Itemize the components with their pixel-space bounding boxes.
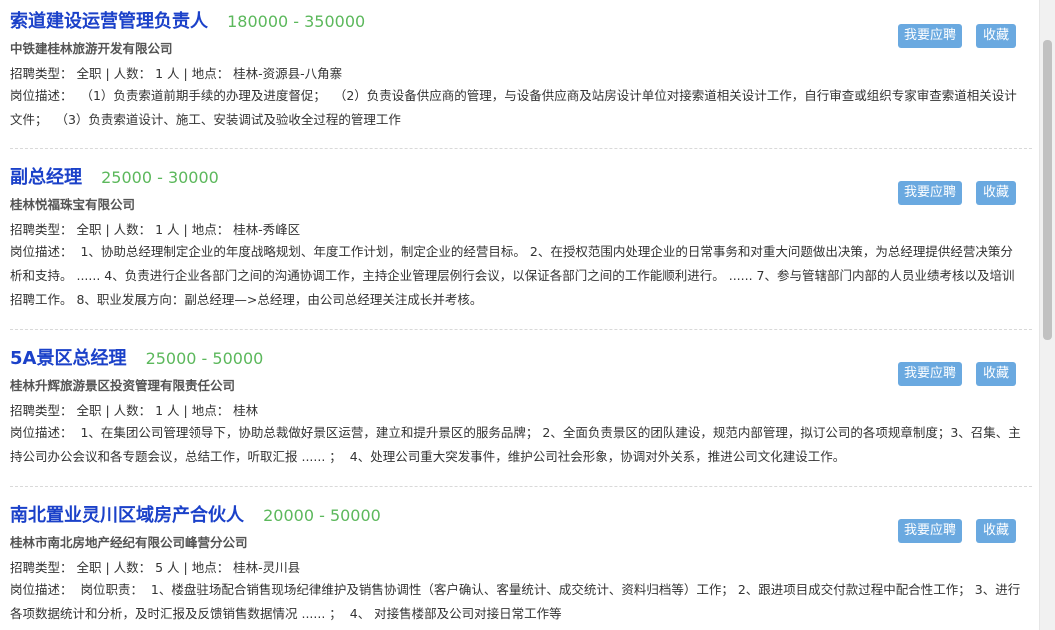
job-item: 副总经理 25000 - 30000 桂林悦福珠宝有限公司 招聘类型： 全职 |… [10,149,1032,330]
job-meta: 招聘类型： 全职 | 人数： 1 人 | 地点： 桂林 [10,403,259,418]
job-title-link[interactable]: 南北置业灵川区域房产合伙人 [10,505,244,526]
job-description: 岗位描述： 1、协助总经理制定企业的年度战略规划、年度工作计划，制定企业的经营目… [10,244,1015,307]
job-meta: 招聘类型： 全职 | 人数： 5 人 | 地点： 桂林-灵川县 [10,560,301,575]
apply-button[interactable]: 我要应聘 [897,519,962,543]
job-title-row: 副总经理 25000 - 30000 [10,165,219,191]
job-list: 索道建设运营管理负责人 180000 - 350000 中铁建桂林旅游开发有限公… [10,0,1032,630]
salary-range: 180000 - 350000 [227,12,366,31]
job-actions: 我要应聘 收藏 [897,519,1016,543]
job-item: 南北置业灵川区域房产合伙人 20000 - 50000 桂林市南北房地产经纪有限… [10,487,1032,630]
vertical-scrollbar[interactable] [1039,0,1055,630]
salary-range: 20000 - 50000 [263,506,381,525]
scrollbar-thumb[interactable] [1043,40,1052,340]
favorite-button[interactable]: 收藏 [975,24,1016,48]
job-item: 5A景区总经理 25000 - 50000 桂林升辉旅游景区投资管理有限责任公司… [10,330,1032,487]
job-title-link[interactable]: 索道建设运营管理负责人 [10,11,208,32]
job-meta: 招聘类型： 全职 | 人数： 1 人 | 地点： 桂林-资源县-八角寨 [10,66,343,81]
job-description: 岗位描述： 1、在集团公司管理领导下，协助总裁做好景区运营，建立和提升景区的服务… [10,425,1021,464]
favorite-button[interactable]: 收藏 [975,362,1016,386]
job-title-row: 南北置业灵川区域房产合伙人 20000 - 50000 [10,503,381,529]
favorite-button[interactable]: 收藏 [975,519,1016,543]
apply-button[interactable]: 我要应聘 [897,362,962,386]
job-listing-page: 索道建设运营管理负责人 180000 - 350000 中铁建桂林旅游开发有限公… [0,0,1055,630]
salary-range: 25000 - 50000 [145,349,264,368]
job-title-link[interactable]: 5A景区总经理 [10,348,126,369]
job-actions: 我要应聘 收藏 [897,362,1016,386]
company-name: 桂林升辉旅游景区投资管理有限责任公司 [10,378,236,393]
apply-button[interactable]: 我要应聘 [897,24,962,48]
job-description: 岗位描述： 岗位职责： 1、楼盘驻场配合销售现场纪律维护及销售协调性（客户确认、… [10,582,1021,621]
job-meta: 招聘类型： 全职 | 人数： 1 人 | 地点： 桂林-秀峰区 [10,222,301,237]
job-actions: 我要应聘 收藏 [897,181,1016,205]
job-item: 索道建设运营管理负责人 180000 - 350000 中铁建桂林旅游开发有限公… [10,0,1032,149]
company-name: 桂林市南北房地产经纪有限公司峰营分公司 [10,535,248,550]
job-title-row: 5A景区总经理 25000 - 50000 [10,346,263,372]
company-name: 中铁建桂林旅游开发有限公司 [10,41,173,56]
salary-range: 25000 - 30000 [101,168,219,187]
job-title-link[interactable]: 副总经理 [10,167,82,188]
job-actions: 我要应聘 收藏 [897,24,1016,48]
job-title-row: 索道建设运营管理负责人 180000 - 350000 [10,9,365,35]
apply-button[interactable]: 我要应聘 [897,181,962,205]
favorite-button[interactable]: 收藏 [975,181,1016,205]
company-name: 桂林悦福珠宝有限公司 [10,197,136,212]
job-description: 岗位描述： （1）负责索道前期手续的办理及进度督促； （2）负责设备供应商的管理… [10,88,1017,127]
